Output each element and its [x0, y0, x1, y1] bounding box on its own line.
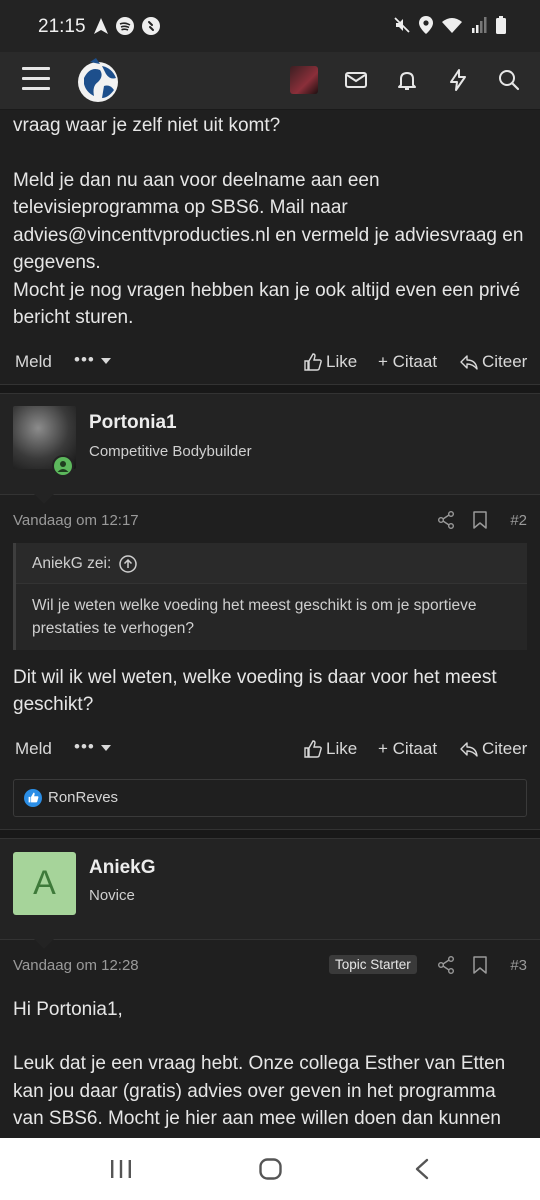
more-options[interactable]: •••	[74, 350, 111, 370]
thread-content: vraag waar je zelf niet uit komt? Meld j…	[0, 110, 540, 1138]
like-label: Like	[326, 351, 358, 371]
post-actions: Meld ••• Like + Citaat Citeer	[0, 342, 540, 382]
post-greeting: Hi Portonia1,	[13, 998, 123, 1020]
user-block: Portonia1 Competitive Bodybuilder	[0, 393, 540, 504]
top-navigation	[0, 52, 540, 110]
reactions-bar[interactable]: RonReves	[13, 778, 527, 817]
post-1: vraag waar je zelf niet uit komt? Meld j…	[0, 110, 540, 382]
thumbs-up-icon	[304, 352, 322, 371]
post-text-body2: Mocht je nog vragen hebben kan je ook al…	[13, 279, 521, 329]
battery-icon	[496, 16, 506, 34]
username[interactable]: Portonia1	[89, 412, 177, 434]
spotify-icon	[116, 17, 134, 35]
post-text: Dit wil ik wel weten, welke voeding is d…	[13, 666, 497, 716]
username[interactable]: AniekG	[89, 857, 156, 879]
post-2: Portonia1 Competitive Bodybuilder Vandaa…	[0, 393, 540, 817]
post-3: A AniekG Novice Vandaag om 12:28 Topic S…	[0, 838, 540, 1133]
thumbs-up-icon	[304, 739, 322, 758]
post-text: Leuk dat je een vraag hebt. Onze collega…	[13, 1053, 506, 1129]
shazam-icon	[142, 17, 160, 35]
post-actions: Meld ••• Like + Citaat Citeer	[0, 729, 540, 769]
chevron-down-icon	[100, 357, 111, 364]
location-icon	[419, 16, 433, 34]
reply-label: Citeer	[482, 351, 528, 371]
post-text-body: Meld je dan nu aan voor deelname aan een…	[13, 169, 524, 274]
report-link[interactable]: Meld	[15, 739, 52, 759]
avatar[interactable]: A	[13, 851, 76, 915]
status-bar: 21:15	[0, 0, 540, 52]
like-label: Like	[326, 738, 358, 758]
reply-button[interactable]: Citeer	[460, 352, 527, 372]
arrow-up-circle-icon[interactable]	[119, 554, 138, 573]
bell-icon[interactable]	[395, 68, 419, 92]
user-block-pointer	[34, 493, 54, 504]
menu-icon[interactable]	[22, 67, 50, 91]
user-block: A AniekG Novice	[0, 838, 540, 949]
reply-label: Citeer	[482, 738, 528, 758]
more-dots: •••	[74, 736, 95, 756]
system-navigation-bar	[0, 1138, 540, 1200]
like-button[interactable]: Like	[304, 352, 357, 372]
report-link[interactable]: Meld	[15, 352, 52, 372]
like-reaction-icon	[24, 788, 42, 807]
quote-button[interactable]: + Citaat	[378, 352, 437, 372]
user-rank: Novice	[89, 886, 135, 904]
search-icon[interactable]	[497, 68, 521, 92]
bookmark-icon[interactable]	[473, 510, 487, 529]
share-icon[interactable]	[437, 510, 455, 529]
quote-header[interactable]: AniekG zei:	[16, 542, 527, 584]
user-avatar[interactable]	[290, 66, 318, 94]
signal-icon	[472, 17, 487, 33]
mute-icon	[394, 17, 410, 33]
post-meta: Vandaag om 12:17 #2	[0, 495, 540, 543]
bookmark-icon[interactable]	[473, 955, 487, 974]
home-icon[interactable]	[259, 1158, 282, 1180]
reaction-user[interactable]: RonReves	[48, 789, 118, 806]
quote-block: AniekG zei: Wil je weten welke voeding h…	[13, 542, 527, 650]
site-logo[interactable]	[76, 56, 120, 104]
back-icon[interactable]	[414, 1158, 430, 1180]
post-date[interactable]: Vandaag om 12:28	[13, 957, 139, 974]
user-block-pointer	[34, 938, 54, 949]
avatar-letter: A	[33, 863, 56, 902]
post-number[interactable]: #3	[510, 957, 527, 974]
share-icon[interactable]	[437, 955, 455, 974]
status-time: 21:15	[38, 16, 86, 37]
quote-author: AniekG zei:	[32, 554, 112, 572]
navigation-arrow-icon	[94, 18, 108, 34]
reply-button[interactable]: Citeer	[460, 739, 527, 759]
more-dots: •••	[74, 349, 95, 369]
topic-starter-badge: Topic Starter	[329, 954, 417, 974]
reply-icon	[460, 354, 478, 370]
post-meta: Vandaag om 12:28 Topic Starter #3	[0, 940, 540, 988]
post-date[interactable]: Vandaag om 12:17	[13, 512, 139, 529]
user-rank: Competitive Bodybuilder	[89, 442, 252, 460]
reply-icon	[460, 741, 478, 757]
quote-button[interactable]: + Citaat	[378, 739, 437, 759]
post-text-top: vraag waar je zelf niet uit komt?	[13, 115, 281, 136]
online-status-icon	[52, 454, 74, 477]
like-button[interactable]: Like	[304, 739, 357, 759]
wifi-icon	[442, 18, 462, 33]
chevron-down-icon	[100, 744, 111, 751]
recent-apps-icon[interactable]	[110, 1159, 132, 1179]
more-options[interactable]: •••	[74, 737, 111, 757]
quote-text: Wil je weten welke voeding het meest ges…	[32, 596, 477, 637]
post-number[interactable]: #2	[510, 512, 527, 529]
lightning-icon[interactable]	[446, 68, 470, 92]
inbox-icon[interactable]	[344, 68, 368, 92]
